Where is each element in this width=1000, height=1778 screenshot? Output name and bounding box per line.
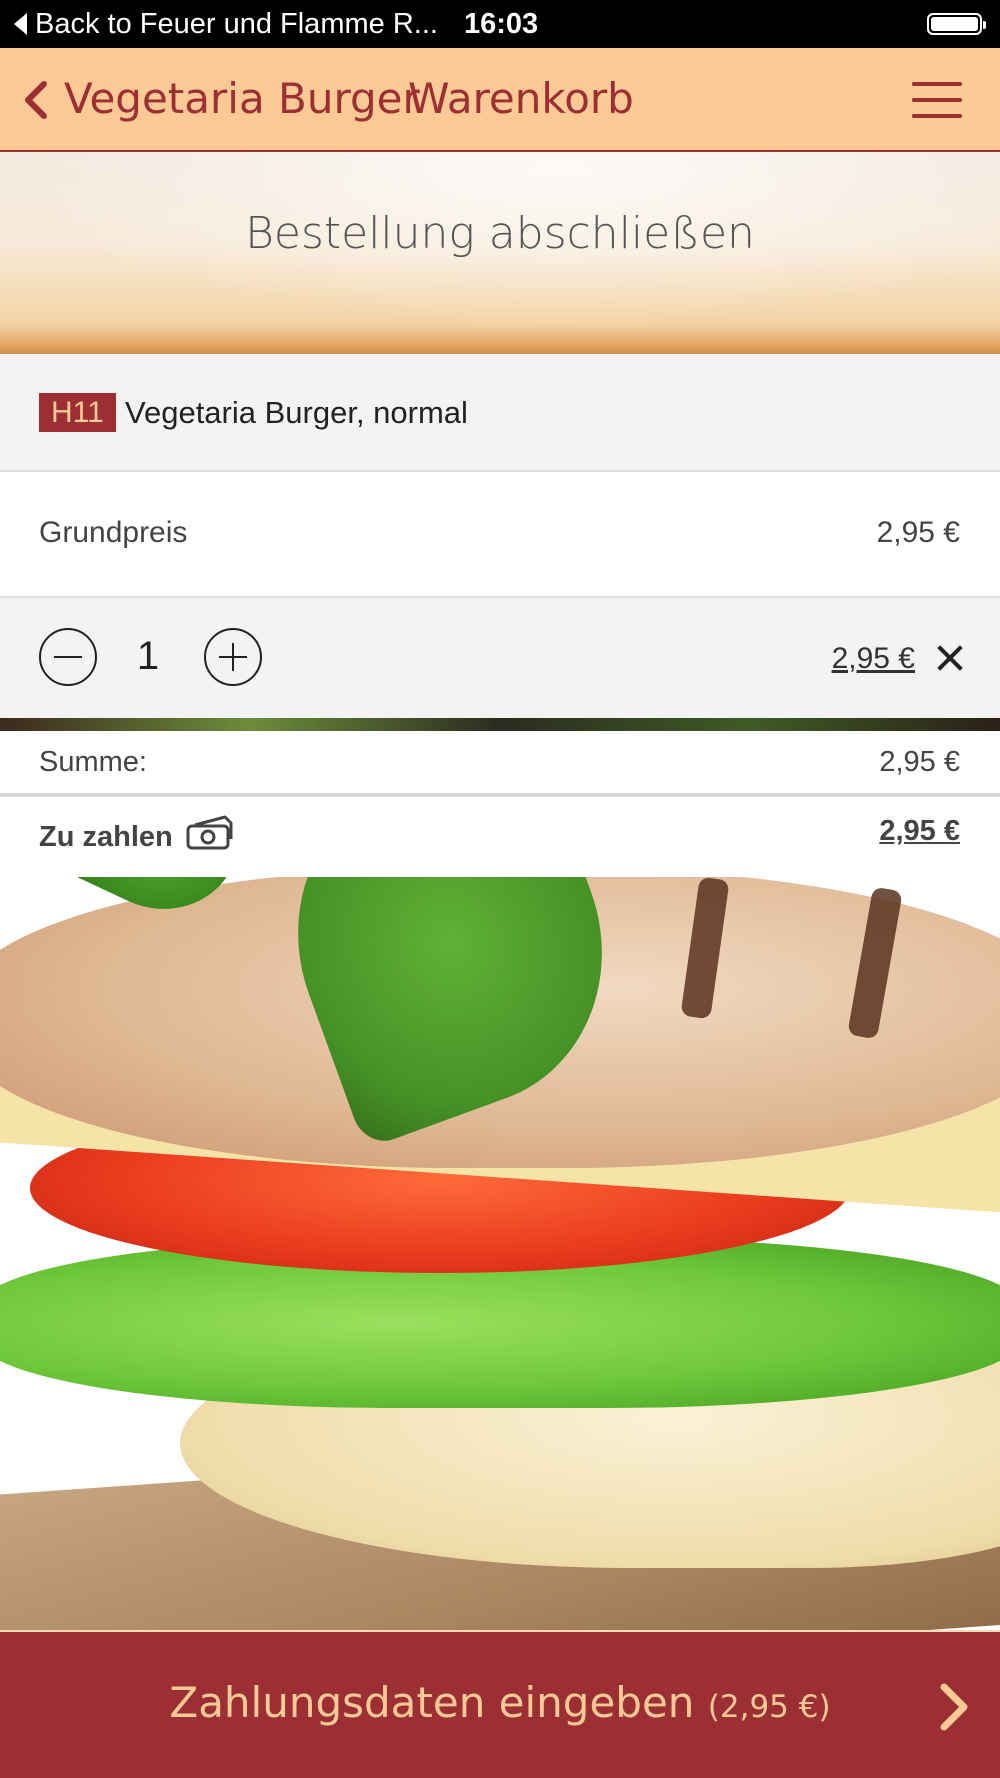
item-code-badge: H11 [39,393,116,432]
enter-payment-label: Zahlungsdaten eingeben (2,95 €) [0,1678,1000,1727]
nav-back-title[interactable]: Vegetaria Burger [64,75,420,123]
quantity-row: 1 2,95 € [0,598,1000,718]
back-triangle-icon [14,13,27,35]
chevron-right-icon [940,1683,968,1731]
cart-item-row: H11 Vegetaria Burger, normal [0,354,1000,472]
page-title: Warenkorb [408,74,634,123]
nav-bar: Vegetaria Burger Warenkorb [0,48,1000,152]
amount-due-label: Zu zahlen [39,821,173,853]
sum-label: Summe: [39,746,147,778]
amount-due-value[interactable]: 2,95 € [879,815,960,848]
close-icon[interactable] [936,644,964,672]
back-to-app-link[interactable]: Back to Feuer und Flamme R... [14,6,438,42]
cash-icon [186,815,233,850]
status-bar: Back to Feuer und Flamme R... 16:03 [0,0,1000,48]
enter-payment-amount: (2,95 €) [707,1689,831,1725]
line-total-link[interactable]: 2,95 € [832,642,915,676]
battery-icon [927,13,986,35]
header-banner: Bestellung abschließen [0,152,1000,354]
sum-row: Summe: 2,95 € [0,731,1000,797]
quantity-value: 1 [136,634,160,678]
clock: 16:03 [464,8,539,40]
minus-circle-icon [54,656,82,658]
base-price-label: Grundpreis [39,516,188,549]
amount-due-row: Zu zahlen 2,95 € [0,797,1000,877]
enter-payment-button[interactable]: Zahlungsdaten eingeben (2,95 €) [0,1630,1000,1778]
back-to-app-label: Back to Feuer und Flamme R... [35,8,438,40]
increase-quantity-button[interactable] [204,628,262,686]
chevron-left-icon[interactable] [22,80,50,120]
decrease-quantity-button[interactable] [39,628,97,686]
enter-payment-text: Zahlungsdaten eingeben [169,1678,695,1727]
base-price-row: Grundpreis 2,95 € [0,472,1000,598]
base-price-value: 2,95 € [876,516,960,549]
banner-heading: Bestellung abschließen [245,208,755,259]
item-name: Vegetaria Burger, normal [125,395,468,430]
hamburger-menu-icon[interactable] [912,82,962,118]
sum-value: 2,95 € [879,746,960,778]
